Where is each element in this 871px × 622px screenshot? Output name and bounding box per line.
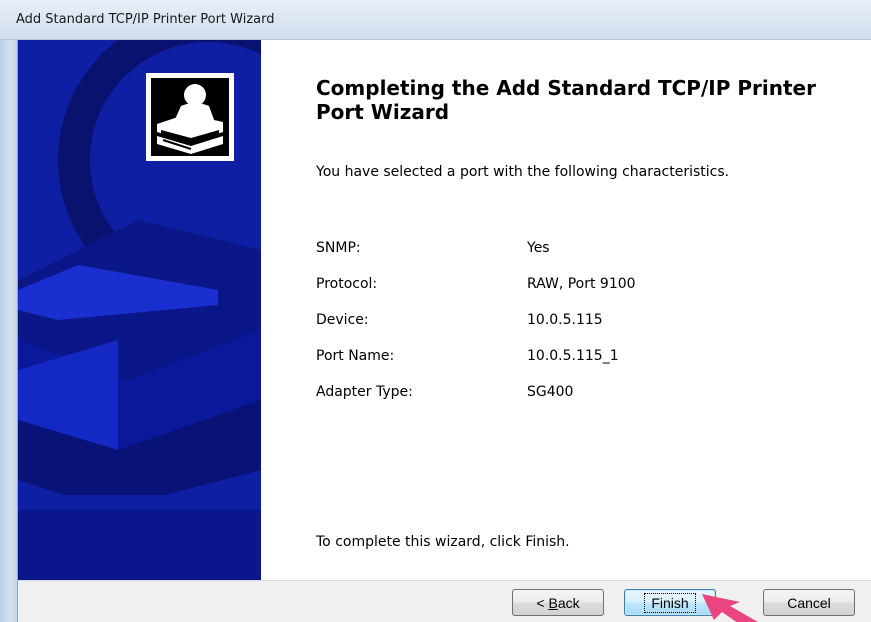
arrow-pointer-icon: [702, 594, 758, 622]
back-button-mnemonic: B: [548, 594, 558, 611]
window-title: Add Standard TCP/IP Printer Port Wizard: [16, 12, 275, 27]
printer-wizard-icon: [146, 73, 234, 161]
property-row-adapter-type: Adapter Type: SG400: [316, 384, 836, 404]
property-value: RAW, Port 9100: [527, 276, 636, 292]
property-label: SNMP:: [316, 240, 361, 256]
property-value: Yes: [527, 240, 550, 256]
wizard-side-banner: [18, 40, 261, 580]
property-row-device: Device: 10.0.5.115: [316, 312, 836, 332]
property-row-protocol: Protocol: RAW, Port 9100: [316, 276, 836, 296]
completion-instruction: To complete this wizard, click Finish.: [316, 534, 570, 550]
cancel-button-label: Cancel: [787, 594, 831, 611]
wizard-subtitle: You have selected a port with the follow…: [316, 164, 730, 180]
window-frame-left: [0, 40, 18, 622]
title-bar[interactable]: Add Standard TCP/IP Printer Port Wizard: [0, 0, 871, 40]
property-row-port-name: Port Name: 10.0.5.115_1: [316, 348, 836, 368]
back-button-prefix: <: [536, 594, 549, 611]
property-value: 10.0.5.115_1: [527, 348, 619, 364]
property-label: Protocol:: [316, 276, 378, 292]
wizard-content: Completing the Add Standard TCP/IP Print…: [18, 40, 871, 580]
wizard-heading: Completing the Add Standard TCP/IP Print…: [316, 76, 816, 124]
property-value: SG400: [527, 384, 574, 400]
finish-button-label: Finish: [644, 592, 696, 613]
property-label: Port Name:: [316, 348, 395, 364]
property-label: Device:: [316, 312, 369, 328]
property-row-snmp: SNMP: Yes: [316, 240, 836, 260]
property-value: 10.0.5.115: [527, 312, 603, 328]
wizard-window: Add Standard TCP/IP Printer Port Wizard: [0, 0, 871, 622]
property-label: Adapter Type:: [316, 384, 413, 400]
back-button[interactable]: < Back: [512, 589, 604, 616]
back-button-rest: ack: [557, 594, 580, 611]
